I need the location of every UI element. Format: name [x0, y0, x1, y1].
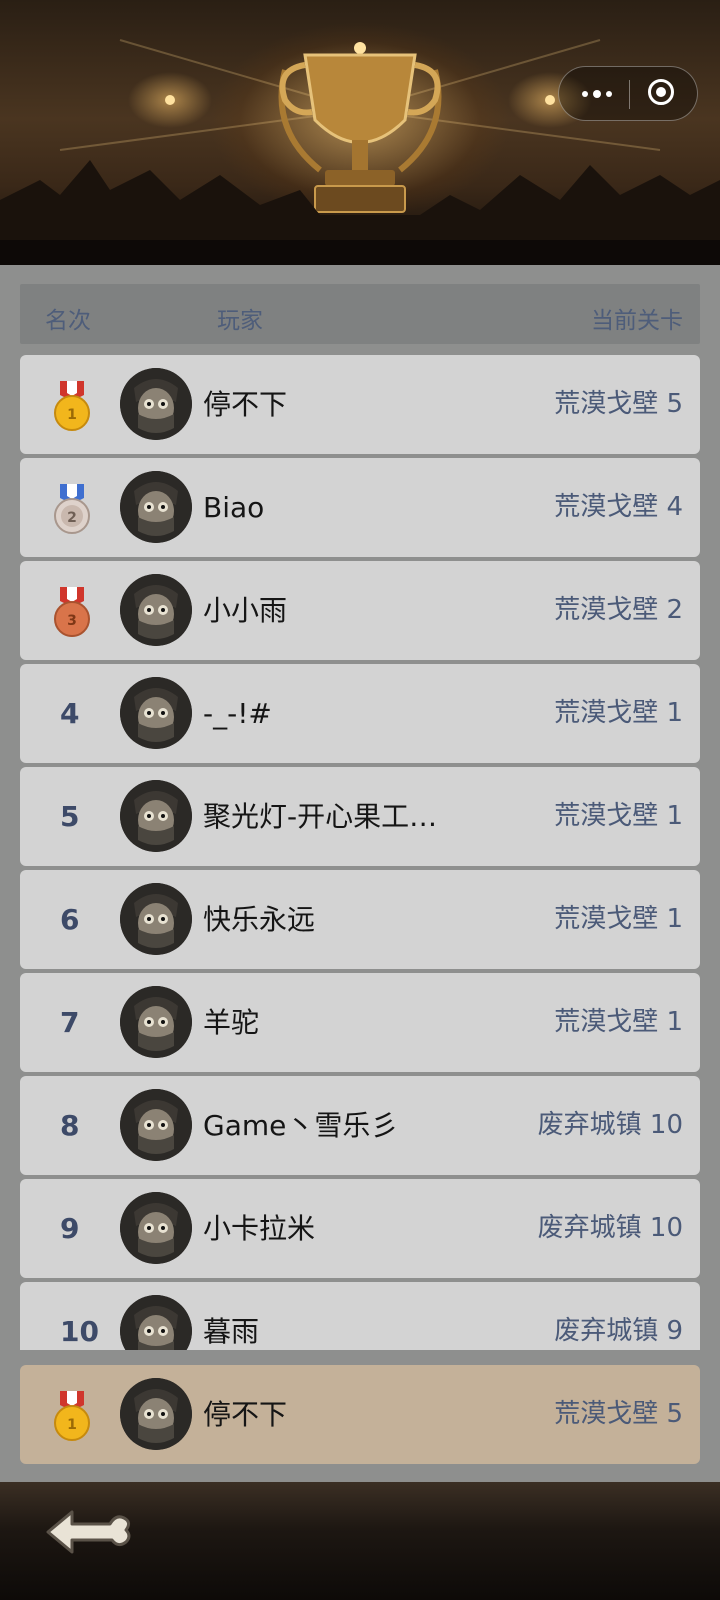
avatar [120, 1295, 192, 1350]
leaderboard-row[interactable]: 9 小卡拉米 废弃城镇 10 [20, 1179, 700, 1278]
player-name: Biao [203, 491, 265, 524]
rank-number: 7 [60, 1006, 80, 1039]
gold-medal-icon: 1 [54, 1391, 90, 1441]
avatar [120, 677, 192, 749]
leaderboard-row[interactable]: 4 -_-!# 荒漠戈壁 1 [20, 664, 700, 763]
player-level: 废弃城镇 10 [537, 1213, 683, 1243]
more-dots-icon[interactable] [577, 79, 617, 109]
leaderboard-header: 名次 玩家 当前关卡 [20, 284, 700, 344]
bronze-medal-icon: 3 [54, 587, 90, 637]
gold-medal-icon: 1 [54, 381, 90, 431]
trophy-banner [0, 0, 720, 265]
player-level: 荒漠戈壁 1 [554, 904, 683, 934]
rank-number: 4 [60, 697, 80, 730]
my-player-level: 荒漠戈壁 5 [554, 1399, 683, 1429]
player-name: 小小雨 [203, 594, 288, 627]
leaderboard-row[interactable]: 2 Biao 荒漠戈壁 4 [20, 458, 700, 557]
player-name: Game丶雪乐彡 [203, 1109, 399, 1142]
leaderboard-row[interactable]: 10 暮雨 废弃城镇 9 [20, 1282, 700, 1350]
avatar [120, 780, 192, 852]
rank-number: 9 [60, 1212, 80, 1245]
player-name: -_-!# [203, 697, 272, 730]
my-player-name: 停不下 [203, 1398, 288, 1431]
player-level: 荒漠戈壁 5 [554, 389, 683, 419]
player-level: 荒漠戈壁 2 [554, 595, 683, 625]
rank-number: 6 [60, 903, 80, 936]
player-level: 荒漠戈壁 4 [554, 492, 683, 522]
avatar [120, 1378, 192, 1450]
player-level: 荒漠戈壁 1 [554, 698, 683, 728]
avatar [120, 574, 192, 646]
silver-medal-icon: 2 [54, 484, 90, 534]
rank-number: 8 [60, 1109, 80, 1142]
header-rank: 名次 [45, 308, 91, 334]
rank-number: 10 [60, 1315, 99, 1348]
rank-number: 5 [60, 800, 80, 833]
leaderboard-list[interactable]: 1 停不下 荒漠戈壁 5 2 Biao 荒漠戈壁 4 3 小小雨 荒漠戈壁 2 [0, 355, 720, 1350]
my-rank-row[interactable]: 1 停不下 荒漠戈壁 5 [20, 1365, 700, 1464]
player-level: 荒漠戈壁 1 [554, 801, 683, 831]
header-level: 当前关卡 [591, 308, 683, 334]
leaderboard-row[interactable]: 6 快乐永远 荒漠戈壁 1 [20, 870, 700, 969]
svg-text:1: 1 [67, 407, 77, 423]
capsule-divider [629, 80, 630, 109]
leaderboard-row[interactable]: 3 小小雨 荒漠戈壁 2 [20, 561, 700, 660]
bottom-bar [0, 1482, 720, 1600]
avatar [120, 368, 192, 440]
player-name: 暮雨 [203, 1315, 260, 1348]
leaderboard-row[interactable]: 5 聚光灯-开心果工… 荒漠戈壁 1 [20, 767, 700, 866]
header-player: 玩家 [217, 308, 263, 334]
leaderboard-row[interactable]: 1 停不下 荒漠戈壁 5 [20, 355, 700, 454]
target-circle-icon[interactable] [648, 79, 674, 105]
player-name: 羊驼 [203, 1006, 260, 1039]
svg-text:1: 1 [67, 1417, 77, 1433]
trophy-banner-art [0, 39, 720, 265]
svg-text:3: 3 [67, 613, 77, 629]
avatar [120, 471, 192, 543]
player-level: 荒漠戈壁 1 [554, 1007, 683, 1037]
player-level: 废弃城镇 9 [554, 1316, 683, 1346]
svg-text:2: 2 [67, 510, 77, 526]
avatar [120, 1089, 192, 1161]
mini-program-capsule [558, 66, 698, 121]
player-name: 聚光灯-开心果工… [203, 800, 438, 833]
player-name: 小卡拉米 [203, 1212, 316, 1245]
avatar [120, 883, 192, 955]
avatar [120, 1192, 192, 1264]
bone-arrow-back-icon[interactable] [44, 1502, 134, 1562]
leaderboard-row[interactable]: 8 Game丶雪乐彡 废弃城镇 10 [20, 1076, 700, 1175]
leaderboard-row[interactable]: 7 羊驼 荒漠戈壁 1 [20, 973, 700, 1072]
avatar [120, 986, 192, 1058]
player-name: 快乐永远 [203, 903, 316, 936]
player-name: 停不下 [203, 388, 288, 421]
player-level: 废弃城镇 10 [537, 1110, 683, 1140]
